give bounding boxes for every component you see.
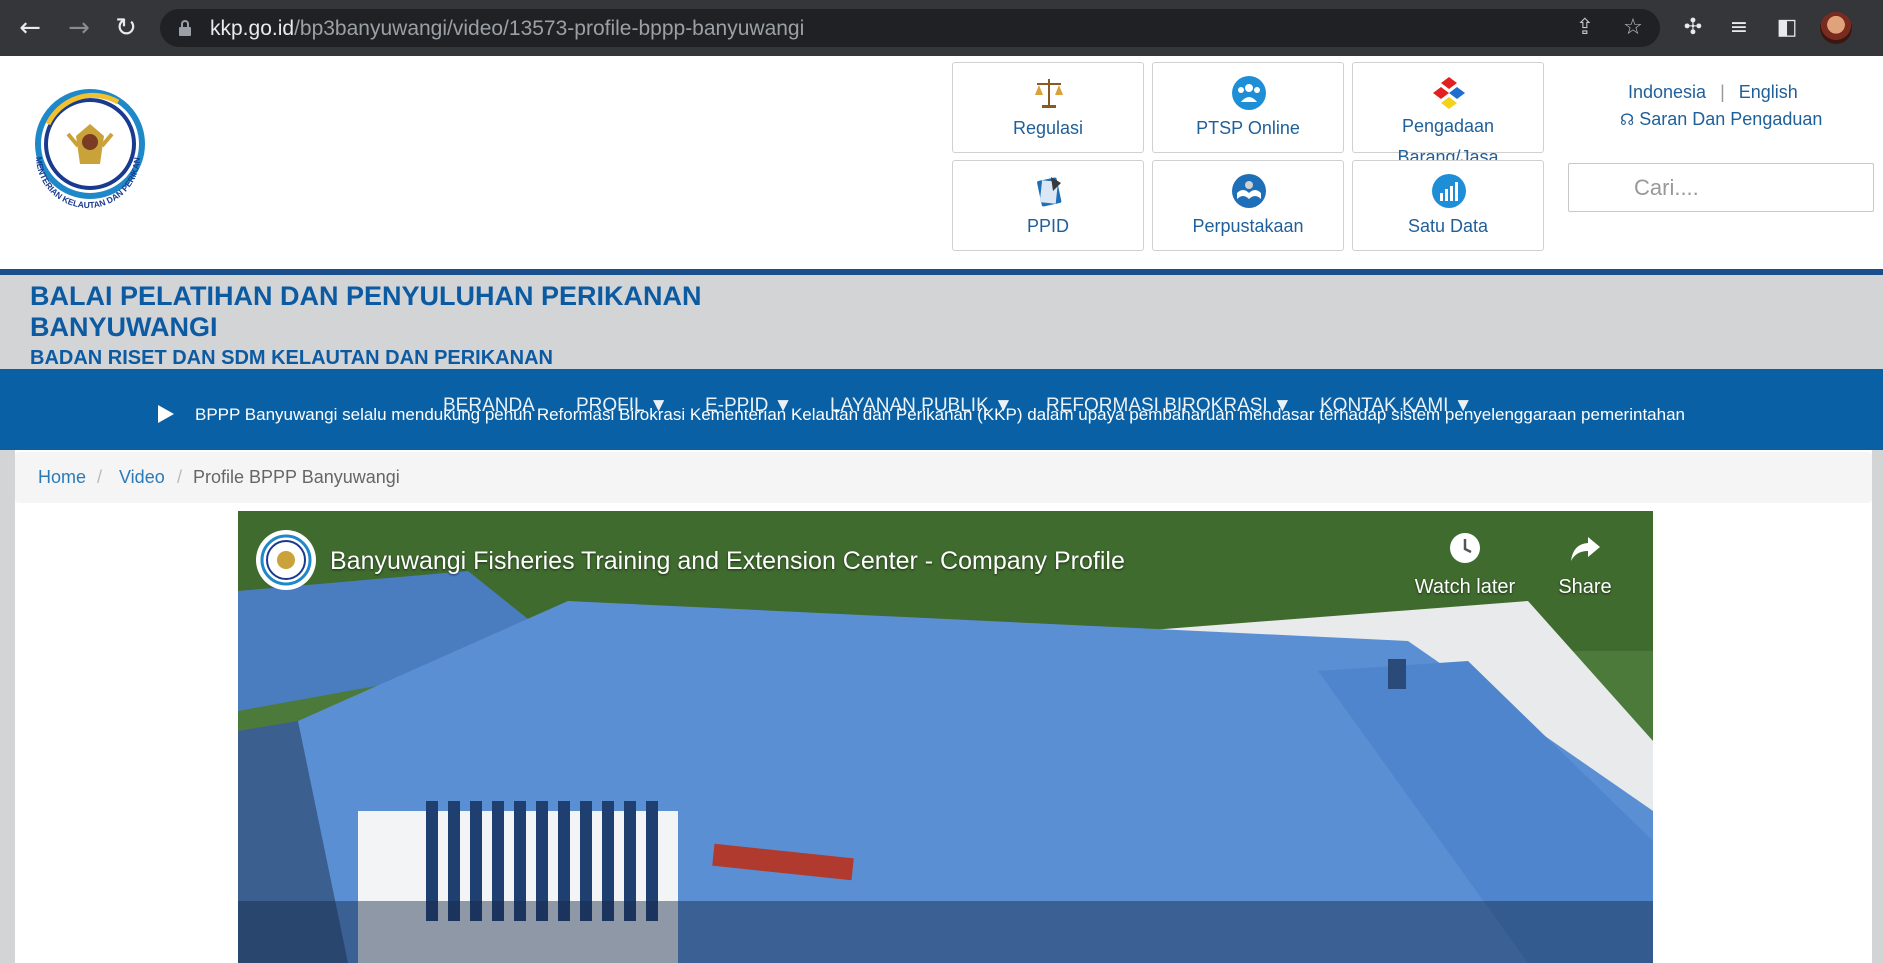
lock-icon[interactable] (179, 20, 191, 36)
breadcrumb-current: Profile BPPP Banyuwangi (193, 467, 400, 487)
tile-perpustakaan[interactable]: Perpustakaan (1152, 160, 1344, 251)
nav-item-kontak-kami[interactable]: KONTAK KAMI ▼ (1320, 395, 1473, 417)
tile-regulasi[interactable]: Regulasi (952, 62, 1144, 153)
profile-avatar[interactable] (1820, 12, 1852, 44)
breadcrumb-video-link[interactable]: Video (119, 467, 165, 487)
lang-indonesia-link[interactable]: Indonesia (1628, 82, 1706, 102)
video-player[interactable]: Banyuwangi Fisheries Training and Extens… (238, 511, 1653, 963)
play-icon[interactable] (158, 405, 174, 423)
books-icon (1031, 173, 1067, 209)
tile-ptsp-online[interactable]: PTSP Online (1152, 62, 1344, 153)
share-arrow-icon (1571, 537, 1600, 561)
tile-label: Perpustakaan (1192, 216, 1304, 236)
share-page-icon[interactable]: ⇪ (1572, 15, 1598, 41)
main-navbar: BPPP Banyuwangi selalu mendukung penuh R… (0, 369, 1883, 450)
nav-item-e-ppid[interactable]: E-PPID ▼ (705, 395, 792, 417)
language-switcher: Indonesia | English (1628, 82, 1798, 103)
bookmark-star-icon[interactable]: ☆ (1620, 15, 1646, 41)
reload-icon[interactable]: ↻ (110, 12, 142, 44)
watch-later-label: Watch later (1414, 576, 1516, 598)
shapes-icon (1431, 75, 1467, 111)
breadcrumb-separator: / (97, 467, 103, 487)
media-queue-icon[interactable]: ≡ (1725, 14, 1753, 42)
tile-label: Regulasi (1012, 118, 1084, 138)
lang-english-link[interactable]: English (1739, 82, 1798, 102)
search-box (1568, 163, 1874, 212)
tile-satu-data[interactable]: Satu Data (1352, 160, 1544, 251)
browser-toolbar: ← → ↻ kkp.go.id/bp3banyuwangi/video/1357… (0, 0, 1883, 56)
breadcrumb: Home / Video / Profile BPPP Banyuwangi (15, 452, 1872, 503)
clock-icon (1450, 533, 1480, 563)
breadcrumb-home-link[interactable]: Home (38, 467, 86, 487)
extensions-puzzle-icon[interactable]: ✣ (1679, 14, 1707, 42)
headset-icon: ☊ (1620, 110, 1635, 129)
scales-icon (1031, 75, 1067, 111)
search-input[interactable] (1570, 165, 1872, 210)
forward-arrow-icon[interactable]: → (63, 12, 95, 44)
open-book-icon (1231, 173, 1267, 209)
back-arrow-icon[interactable]: ← (14, 12, 46, 44)
people-group-icon (1231, 75, 1267, 111)
side-panel-icon[interactable]: ◧ (1773, 14, 1801, 42)
saran-pengaduan-link[interactable]: ☊ Saran Dan Pengaduan (1620, 109, 1822, 130)
site-title: BALAI PELATIHAN DAN PENYULUHAN PERIKANAN… (30, 281, 702, 342)
video-controls-shade (238, 901, 1653, 963)
share-button[interactable]: Share (1530, 531, 1640, 599)
watch-later-button[interactable]: Watch later (1410, 531, 1520, 599)
share-label: Share (1558, 576, 1612, 598)
nav-item-reformasi-birokrasi[interactable]: REFORMASI BIROKRASI ▼ (1046, 395, 1292, 417)
video-title[interactable]: Banyuwangi Fisheries Training and Extens… (330, 547, 1125, 576)
tile-pengadaan[interactable]: Pengadaan Barang/Jasa (1352, 62, 1544, 167)
channel-avatar[interactable] (256, 530, 316, 590)
address-bar[interactable]: kkp.go.id/bp3banyuwangi/video/13573-prof… (160, 9, 1660, 47)
site-title-band: BALAI PELATIHAN DAN PENYULUHAN PERIKANAN… (0, 269, 1883, 369)
site-subtitle: BADAN RISET DAN SDM KELAUTAN DAN PERIKAN… (30, 347, 553, 369)
tile-ppid[interactable]: PPID (952, 160, 1144, 251)
tile-label: Satu Data (1407, 216, 1489, 236)
nav-item-beranda[interactable]: BERANDA (443, 395, 535, 417)
tile-label: PTSP Online (1196, 118, 1300, 138)
bar-chart-icon (1431, 173, 1467, 209)
kkp-logo[interactable]: KEMENTERIAN KELAUTAN DAN PERIKANAN (15, 76, 158, 214)
url-text[interactable]: kkp.go.id/bp3banyuwangi/video/13573-prof… (210, 17, 804, 41)
saran-label: Saran Dan Pengaduan (1639, 109, 1823, 129)
lang-separator: | (1720, 82, 1725, 102)
nav-item-layanan-publik[interactable]: LAYANAN PUBLIK ▼ (830, 395, 1013, 417)
breadcrumb-separator: / (177, 467, 183, 487)
nav-item-profil[interactable]: PROFIL ▼ (576, 395, 668, 417)
tile-label: PPID (1026, 216, 1069, 236)
